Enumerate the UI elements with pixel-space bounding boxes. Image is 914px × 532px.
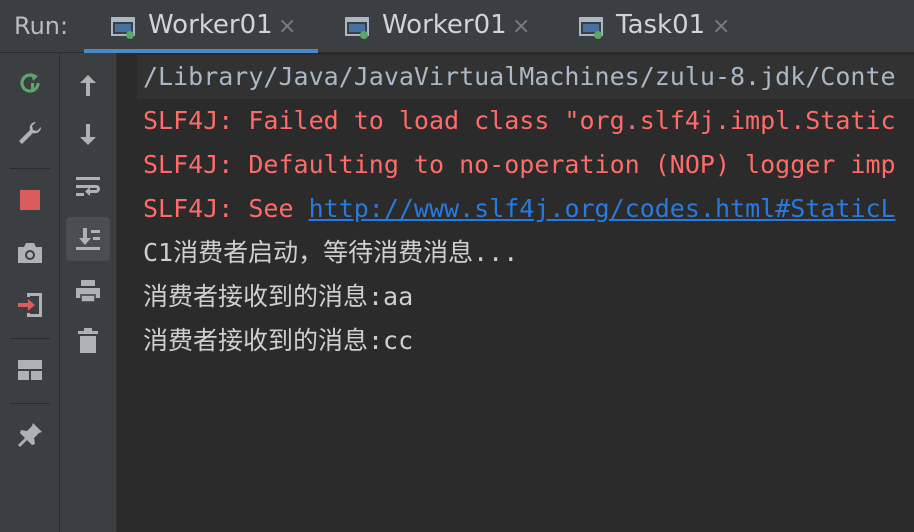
- console-line-error: SLF4J: Defaulting to no-operation (NOP) …: [143, 150, 896, 179]
- console-line-output: 消费者接收到的消息:cc: [143, 326, 414, 355]
- restore-layout-button[interactable]: [8, 348, 52, 392]
- tab-worker01-active[interactable]: Worker01 ×: [84, 0, 318, 53]
- console-toolbar: [60, 53, 117, 532]
- print-icon: [76, 280, 100, 303]
- stop-button[interactable]: [8, 178, 52, 222]
- tab-worker01[interactable]: Worker01 ×: [318, 0, 552, 53]
- layout-icon: [18, 360, 42, 380]
- console-line-prefix: SLF4J: See: [143, 194, 309, 223]
- run-label: Run:: [14, 12, 69, 40]
- dump-threads-button[interactable]: [8, 231, 52, 275]
- print-button[interactable]: [66, 269, 110, 313]
- edit-configuration-button[interactable]: [8, 111, 52, 155]
- run-tool-window-header: Run: Worker01 × Worker01 × Task01 ×: [0, 0, 914, 53]
- console-line-error: SLF4J: Failed to load class "org.slf4j.i…: [143, 106, 896, 135]
- close-icon[interactable]: ×: [512, 14, 530, 39]
- wrench-icon: [19, 121, 42, 144]
- login-icon: [18, 293, 42, 317]
- pin-tab-button[interactable]: [8, 413, 52, 457]
- next-occurrence-button[interactable]: [66, 113, 110, 157]
- application-icon: [345, 17, 369, 39]
- rerun-button[interactable]: [8, 61, 52, 105]
- scroll-to-end-icon: [76, 228, 100, 250]
- soft-wrap-icon: [76, 177, 100, 196]
- clear-all-button[interactable]: [66, 319, 110, 363]
- tab-label: Task01: [616, 10, 706, 40]
- close-icon[interactable]: ×: [278, 14, 296, 39]
- trash-icon: [78, 328, 98, 353]
- soft-wrap-button[interactable]: [66, 165, 110, 209]
- close-icon[interactable]: ×: [712, 14, 730, 39]
- slf4j-link[interactable]: http://www.slf4j.org/codes.html#StaticL: [309, 194, 896, 223]
- pin-icon: [18, 423, 42, 447]
- application-icon: [579, 17, 603, 39]
- tab-label: Worker01: [148, 10, 273, 40]
- run-toolbar-primary: [0, 53, 60, 532]
- arrow-up-icon: [80, 75, 96, 96]
- console-line-output: 消费者接收到的消息:aa: [143, 282, 414, 311]
- stop-icon: [20, 190, 40, 210]
- rerun-icon: [20, 73, 40, 93]
- console-output[interactable]: /Library/Java/JavaVirtualMachines/zulu-8…: [117, 53, 914, 532]
- previous-occurrence-button[interactable]: [66, 63, 110, 107]
- camera-icon: [18, 243, 42, 263]
- exit-button[interactable]: [8, 283, 52, 327]
- tab-task01[interactable]: Task01 ×: [552, 0, 752, 53]
- scroll-to-end-button[interactable]: [66, 217, 110, 261]
- console-line-command: /Library/Java/JavaVirtualMachines/zulu-8…: [137, 55, 914, 99]
- console-line-output: C1消费者启动，等待消费消息...: [143, 238, 519, 267]
- console-line-error: SLF4J: See http://www.slf4j.org/codes.ht…: [143, 187, 896, 231]
- application-icon: [111, 17, 135, 39]
- arrow-down-icon: [80, 124, 96, 145]
- tab-label: Worker01: [382, 10, 507, 40]
